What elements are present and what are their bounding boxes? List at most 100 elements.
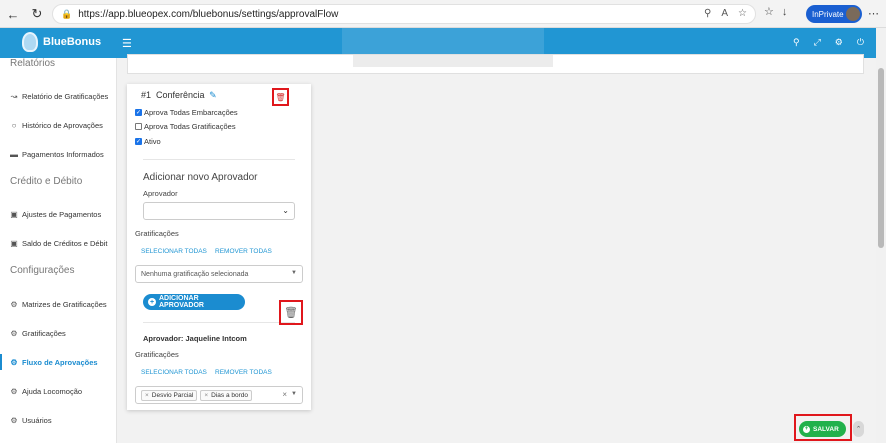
browser-toolbar: ← ↻ 🔒 https://app.blueopex.com/bluebonus… — [0, 0, 886, 28]
gears-icon: ⚙ — [10, 357, 18, 367]
sidebar-item-usuarios[interactable]: ⚙ Usuários — [0, 412, 116, 428]
sidebar-item-gratificacoes[interactable]: ⚙ Gratificações — [0, 325, 116, 341]
pencil-icon[interactable]: ✎ — [209, 90, 217, 101]
sidebar-item-label: Histórico de Aprovações — [22, 120, 103, 130]
plus-icon: + — [803, 425, 810, 433]
sidebar-item-label: Ajustes de Pagamentos — [22, 209, 102, 219]
checkbox-unchecked[interactable] — [135, 123, 142, 130]
power-icon[interactable]: ⏻ — [857, 37, 864, 48]
money-icon: ▣ — [10, 238, 18, 248]
search-icon[interactable]: ⚲ — [704, 8, 711, 19]
approver-gratificacoes-multiselect[interactable]: × Desvio Parcial × Dias a bordo × ▼ — [135, 386, 303, 404]
add-approver-button[interactable]: + ADICIONAR APROVADOR — [143, 294, 245, 310]
approver-select[interactable]: ⌄ — [143, 202, 295, 220]
star-icon[interactable]: ☆ — [738, 8, 747, 19]
plus-icon: + — [148, 298, 156, 306]
remove-all-button[interactable]: REMOVER TODAS — [215, 248, 272, 255]
chart-icon: ↝ — [10, 91, 18, 101]
sidebar-item-fluxo-aprovacoes[interactable]: ⚙ Fluxo de Aprovações — [0, 354, 116, 370]
select-all-button[interactable]: SELECIONAR TODAS — [141, 248, 207, 255]
sidebar-item-matrizes-gratificacoes[interactable]: ⚙ Matrizes de Gratificações — [0, 296, 116, 312]
scrollbar-thumb[interactable] — [878, 68, 884, 248]
tag[interactable]: × Desvio Parcial — [141, 389, 198, 401]
checkbox-ativo[interactable]: ✓ Ativo — [135, 137, 161, 146]
approver-label: Aprovador — [143, 189, 178, 198]
inprivate-button[interactable]: InPrivate — [806, 5, 862, 23]
divider — [143, 159, 295, 160]
section-title-relatorios: Relatórios — [10, 58, 56, 69]
scroll-top-button[interactable]: ⌃ — [853, 421, 864, 437]
add-approver-heading: Adicionar novo Aprovador — [143, 172, 258, 183]
reload-icon[interactable]: ↻ — [26, 3, 48, 25]
menu-icon[interactable]: ☰ — [122, 37, 132, 50]
trash-icon: 🗑 — [284, 307, 298, 319]
section-title-configuracoes: Configurações — [10, 265, 75, 276]
checkbox-label: Aprova Todas Gratificações — [144, 122, 236, 131]
checkbox-label: Aprova Todas Embarcações — [144, 108, 238, 117]
chevron-up-icon: ⌃ — [855, 426, 862, 433]
gears-icon: ⚙ — [10, 328, 18, 338]
sidebar-item-label: Usuários — [22, 415, 52, 425]
tag[interactable]: × Dias a bordo — [200, 389, 252, 401]
read-aloud-icon[interactable]: A — [721, 8, 728, 19]
top-card-placeholder — [353, 55, 553, 67]
checkbox-checked[interactable]: ✓ — [135, 138, 142, 145]
delete-approver-button[interactable]: 🗑 — [279, 300, 303, 325]
delete-flow-button[interactable]: 🗑 — [272, 88, 289, 106]
circle-icon: ○ — [11, 120, 17, 130]
more-icon[interactable]: ⋯ — [868, 7, 879, 20]
back-icon[interactable]: ← — [2, 3, 24, 25]
gratificacoes-multiselect[interactable]: Nenhuma gratificação selecionada ▼ — [135, 265, 303, 283]
checkbox-checked[interactable]: ✓ — [135, 109, 142, 116]
trash-icon: 🗑 — [275, 92, 286, 102]
save-label: SALVAR — [813, 425, 839, 433]
flow-name: Conferência — [156, 90, 205, 100]
checkbox-label: Ativo — [144, 137, 161, 146]
chevron-down-icon: ⌄ — [282, 206, 289, 215]
sidebar-item-label: Relatório de Gratificações — [22, 91, 109, 101]
sidebar-item-historico-aprovacoes[interactable]: ○ Histórico de Aprovações — [0, 117, 116, 133]
scrollbar[interactable] — [876, 28, 886, 443]
gears-icon: ⚙ — [10, 386, 18, 396]
search-icon[interactable]: ⚲ — [793, 37, 800, 48]
tag-label: Dias a bordo — [211, 391, 248, 399]
logo[interactable]: BlueBonus — [22, 32, 101, 52]
address-bar[interactable]: 🔒 https://app.blueopex.com/bluebonus/set… — [52, 4, 756, 24]
add-approver-label: ADICIONAR APROVADOR — [158, 295, 204, 309]
checkbox-aprova-gratificacoes[interactable]: Aprova Todas Gratificações — [135, 122, 236, 131]
inprivate-label: InPrivate — [812, 9, 844, 19]
sidebar: Relatórios ↝ Relatório de Gratificações … — [0, 58, 117, 443]
clear-icon[interactable]: × — [282, 390, 287, 399]
tag-remove-icon[interactable]: × — [145, 392, 149, 399]
divider — [143, 322, 295, 323]
sidebar-item-label: Matrizes de Gratificações — [22, 299, 107, 309]
sidebar-item-label: Fluxo de Aprovações — [22, 357, 98, 367]
sidebar-item-relatorio-gratificacoes[interactable]: ↝ Relatório de Gratificações — [0, 88, 116, 104]
main-content: #1 Conferência ✎ 🗑 ✓ Aprova Todas Embarc… — [117, 54, 876, 443]
tag-remove-icon[interactable]: × — [204, 392, 208, 399]
sidebar-item-saldo-creditos[interactable]: ▣ Saldo de Créditos e Débit — [0, 235, 116, 251]
checkbox-aprova-embarcacoes[interactable]: ✓ Aprova Todas Embarcações — [135, 108, 238, 117]
sidebar-item-label: Ajuda Locomoção — [22, 386, 83, 396]
sidebar-item-ajuda-locomocao[interactable]: ⚙ Ajuda Locomoção — [0, 383, 116, 399]
flow-title: #1 Conferência ✎ — [141, 90, 217, 101]
lock-icon: 🔒 — [61, 8, 73, 19]
sidebar-item-pagamentos-informados[interactable]: ▬ Pagamentos Informados — [0, 146, 116, 162]
gears-icon: ⚙ — [10, 299, 18, 309]
settings-icon[interactable]: ⚙ — [835, 37, 843, 48]
sidebar-item-label: Pagamentos Informados — [22, 149, 104, 159]
logo-badge-icon — [22, 32, 38, 52]
approval-flow-card: #1 Conferência ✎ 🗑 ✓ Aprova Todas Embarc… — [127, 84, 311, 410]
approver-title: Aprovador: Jaqueline Intcom — [143, 334, 247, 343]
section-title-credito-debito: Crédito e Débito — [10, 176, 83, 187]
sidebar-item-ajustes-pagamentos[interactable]: ▣ Ajustes de Pagamentos — [0, 206, 116, 222]
caret-down-icon: ▼ — [291, 270, 297, 276]
download-icon[interactable]: ↓ — [782, 6, 788, 18]
favorites-icon[interactable]: ☆ — [764, 5, 774, 18]
expand-icon[interactable]: ⤢ — [814, 37, 821, 48]
approver-select-all-button[interactable]: SELECIONAR TODAS — [141, 369, 207, 376]
approver-gratificacoes-label: Gratificações — [135, 350, 179, 359]
save-button[interactable]: + SALVAR — [799, 421, 846, 437]
approver-remove-all-button[interactable]: REMOVER TODAS — [215, 369, 272, 376]
card-icon: ▬ — [10, 149, 18, 159]
